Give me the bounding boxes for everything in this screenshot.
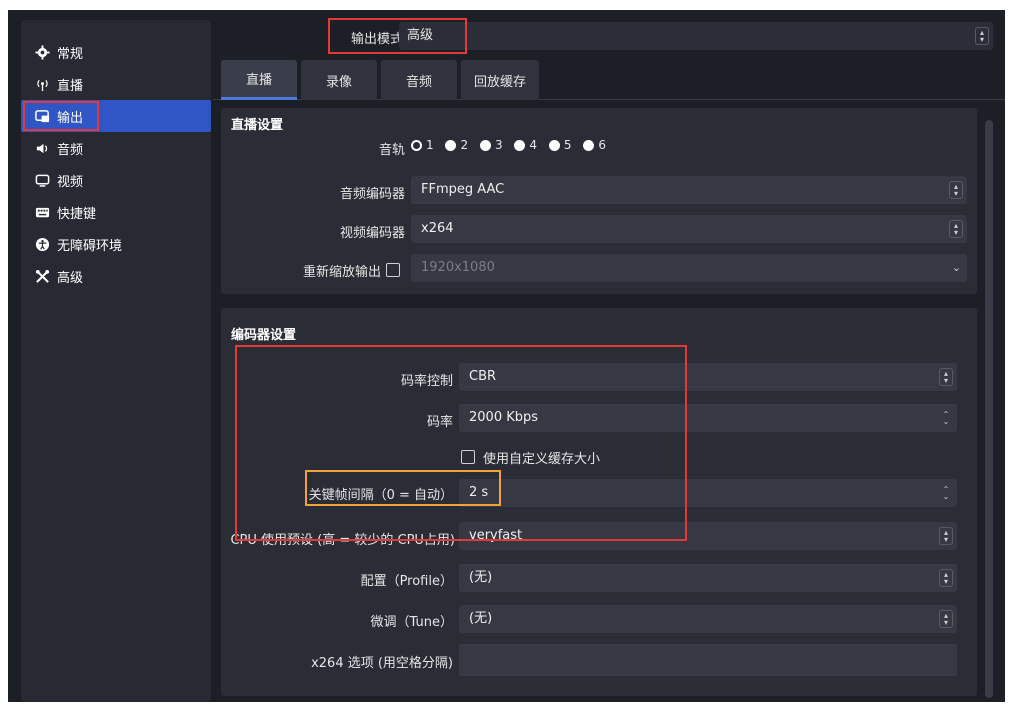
select-arrows-icon: ▴ ▾: [939, 527, 953, 545]
keyframe-interval-spinbox[interactable]: 2 s ⌃ ⌄: [459, 479, 957, 507]
audio-track-radio[interactable]: [514, 140, 526, 151]
main-content: 输出模式 高级 ▴ ▾ 直播 录像 音频 回放缓存 直播设置 音轨 1 2 3 4: [213, 10, 1005, 702]
sidebar-item-stream[interactable]: 直播: [21, 68, 211, 100]
tab-replay-buffer[interactable]: 回放缓存: [461, 60, 539, 100]
keyframe-interval-label: 关键帧间隔（0 = 自动）: [308, 488, 453, 503]
audio-track-label: 音轨: [378, 143, 405, 158]
output-mode-value: 高级: [407, 28, 434, 43]
cpu-preset-select[interactable]: veryfast ▴ ▾: [459, 522, 957, 550]
sidebar-item-audio[interactable]: 音频: [21, 132, 211, 164]
sidebar: 常规 直播 输出 音频 视频 快捷键 无障碍环境 高级: [21, 20, 211, 702]
gear-icon: [33, 43, 51, 61]
accessibility-icon: [33, 235, 51, 253]
tune-label: 微调（Tune）: [370, 615, 453, 630]
sidebar-item-label: 直播: [57, 78, 84, 94]
audio-track-radio[interactable]: [411, 140, 422, 151]
sidebar-item-advanced[interactable]: 高级: [21, 260, 211, 292]
scrollbar[interactable]: [985, 120, 993, 700]
custom-buffer-label: 使用自定义缓存大小: [483, 452, 601, 467]
profile-select[interactable]: (无) ▴ ▾: [459, 564, 957, 592]
sidebar-item-video[interactable]: 视频: [21, 164, 211, 196]
chevron-down-icon: ⌄: [951, 261, 961, 274]
x264-options-input[interactable]: [459, 644, 957, 676]
custom-buffer-checkbox[interactable]: [461, 450, 475, 464]
tab-audio[interactable]: 音频: [381, 60, 457, 100]
spin-arrows-icon[interactable]: ⌃ ⌄: [939, 484, 953, 502]
sidebar-item-label: 无障碍环境: [57, 238, 123, 254]
sidebar-item-label: 常规: [57, 46, 84, 62]
sidebar-item-accessibility[interactable]: 无障碍环境: [21, 228, 211, 260]
select-arrows-icon: ▴ ▾: [939, 368, 953, 386]
speaker-icon: [33, 139, 51, 157]
cpu-preset-label: CPU 使用预设 (高 = 较少的 CPU占用): [230, 533, 455, 548]
sidebar-item-general[interactable]: 常规: [21, 36, 211, 68]
select-arrows-icon: ▴ ▾: [975, 27, 989, 45]
sidebar-item-label: 音频: [57, 142, 84, 158]
audio-encoder-select[interactable]: FFmpeg AAC ▴ ▾: [411, 176, 967, 204]
tools-icon: [33, 267, 51, 285]
audio-track-radio[interactable]: [479, 140, 491, 151]
video-encoder-select[interactable]: x264 ▴ ▾: [411, 215, 967, 243]
bitrate-spinbox[interactable]: 2000 Kbps ⌃ ⌄: [459, 404, 957, 432]
x264-options-label: x264 选项 (用空格分隔): [311, 656, 453, 671]
sidebar-item-output[interactable]: 输出: [21, 100, 211, 132]
audio-track-radio[interactable]: [548, 140, 560, 151]
output-mode-select[interactable]: 高级 ▴ ▾: [399, 22, 993, 50]
sidebar-item-label: 视频: [57, 174, 84, 190]
select-arrows-icon: ▴ ▾: [939, 569, 953, 587]
encoder-settings-panel: 编码器设置 码率控制 CBR ▴ ▾ 码率 2000 Kbps ⌃ ⌄ 使用自定义缓…: [221, 308, 977, 696]
encoder-settings-title: 编码器设置: [231, 328, 297, 343]
rescale-output-label: 重新缩放输出: [302, 265, 381, 280]
output-mode-row: 输出模式 高级 ▴ ▾: [213, 18, 993, 54]
tab-recording[interactable]: 录像: [301, 60, 377, 100]
sidebar-item-label: 快捷键: [57, 206, 97, 222]
audio-track-radio[interactable]: [445, 140, 457, 151]
scrollbar-thumb[interactable]: [985, 120, 993, 698]
monitor-icon: [33, 171, 51, 189]
antenna-icon: [33, 75, 51, 93]
tab-stream[interactable]: 直播: [221, 60, 297, 100]
stream-settings-panel: 直播设置 音轨 1 2 3 4 5 6 音频编码器 FFmpeg AAC ▴ ▾ …: [221, 108, 977, 294]
select-arrows-icon: ▴ ▾: [949, 181, 963, 199]
audio-track-selector: 1 2 3 4 5 6: [403, 138, 606, 156]
rate-control-label: 码率控制: [400, 374, 453, 389]
sidebar-item-label: 高级: [57, 270, 84, 286]
select-arrows-icon: ▴ ▾: [949, 220, 963, 238]
settings-window: 常规 直播 输出 音频 视频 快捷键 无障碍环境 高级 输出模式 高级 ▴ ▾ …: [8, 10, 1005, 702]
output-mode-label: 输出模式: [350, 32, 403, 47]
select-arrows-icon: ▴ ▾: [939, 610, 953, 628]
output-icon: [33, 107, 51, 125]
audio-encoder-label: 音频编码器: [339, 187, 405, 202]
rescale-resolution-select[interactable]: 1920x1080 ⌄: [411, 254, 967, 282]
rescale-output-checkbox[interactable]: [386, 263, 400, 277]
stream-settings-title: 直播设置: [231, 118, 284, 133]
tune-select[interactable]: (无) ▴ ▾: [459, 605, 957, 633]
profile-label: 配置（Profile）: [360, 574, 453, 589]
sidebar-item-hotkeys[interactable]: 快捷键: [21, 196, 211, 228]
video-encoder-label: 视频编码器: [339, 226, 405, 241]
audio-track-radio[interactable]: [583, 140, 595, 151]
spin-arrows-icon[interactable]: ⌃ ⌄: [939, 409, 953, 427]
bitrate-label: 码率: [426, 415, 453, 430]
rate-control-select[interactable]: CBR ▴ ▾: [459, 363, 957, 391]
sidebar-item-label: 输出: [57, 110, 84, 126]
keyboard-icon: [33, 203, 51, 221]
output-tabs: 直播 录像 音频 回放缓存: [213, 60, 1005, 100]
